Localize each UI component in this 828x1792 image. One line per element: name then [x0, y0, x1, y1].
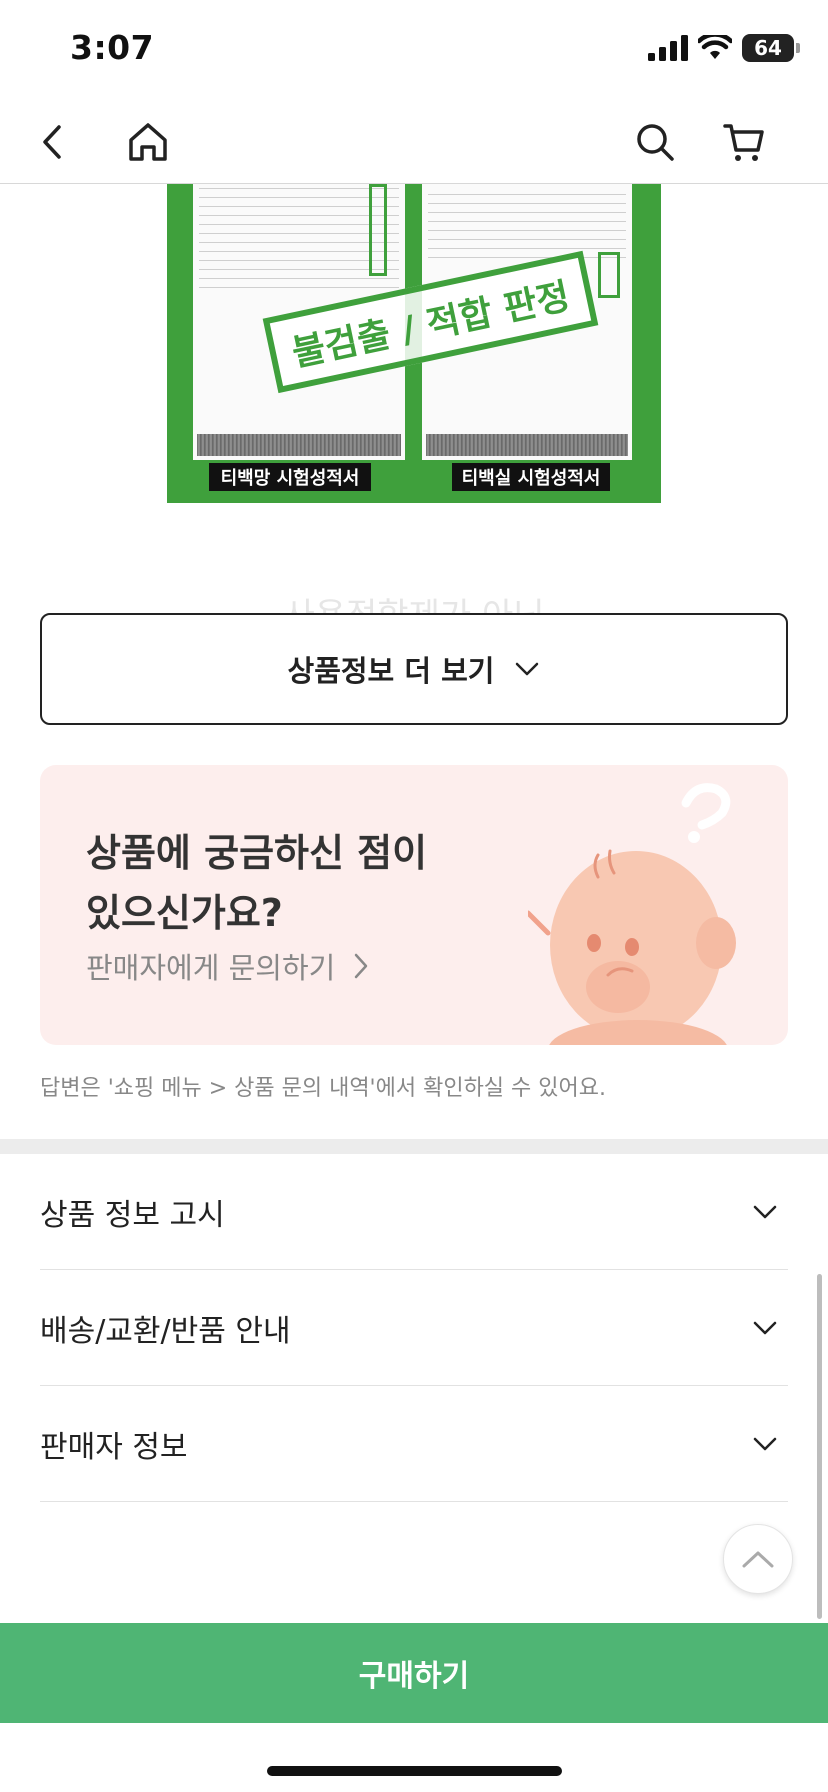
- chevron-down-icon: [753, 1321, 777, 1334]
- scrollbar[interactable]: [817, 1274, 822, 1619]
- signal-icon: [648, 35, 688, 61]
- chevron-right-icon: [355, 953, 368, 979]
- answer-location-note: 답변은 '쇼핑 메뉴 > 상품 문의 내역'에서 확인하실 수 있어요.: [40, 1076, 606, 1101]
- chevron-down-icon: [516, 662, 539, 676]
- accordion-seller-info[interactable]: 판매자 정보: [40, 1386, 788, 1502]
- certificate-label-left: 티백망 시험성적서: [209, 463, 371, 491]
- buy-button-label: 구매하기: [358, 1659, 470, 1694]
- certificate-label-right: 티백실 시험성적서: [452, 463, 610, 491]
- accordion-product-notice[interactable]: 상품 정보 고시: [40, 1154, 788, 1270]
- inquiry-title-line2: 있으신가요?: [86, 891, 283, 935]
- chevron-down-icon: [753, 1205, 777, 1218]
- home-icon: [129, 123, 167, 161]
- more-product-info-button[interactable]: 상품정보 더 보기: [40, 613, 788, 725]
- status-bar: 3:07 64: [0, 0, 828, 100]
- inquiry-title: 상품에 궁금하신 점이 있으신가요?: [86, 823, 427, 943]
- seller-inquiry-card[interactable]: 상품에 궁금하신 점이 있으신가요? 판매자에게 문의하기: [40, 765, 788, 1045]
- home-button[interactable]: [120, 114, 176, 170]
- back-icon: [43, 125, 61, 159]
- accordion-shipping-return[interactable]: 배송/교환/반품 안내: [40, 1270, 788, 1386]
- chevron-down-icon: [753, 1437, 777, 1450]
- cart-icon: [723, 124, 764, 161]
- nav-bar: [0, 100, 828, 184]
- wifi-icon: [698, 35, 732, 59]
- cart-button[interactable]: [716, 114, 772, 170]
- contact-seller-link[interactable]: 판매자에게 문의하기: [86, 945, 369, 987]
- accordion-label: 배송/교환/반품 안내: [40, 1313, 291, 1349]
- test-certificate-image: 불검출 / 적합 판정 티백망 시험성적서 티백실 시험성적서: [167, 184, 661, 503]
- status-time: 3:07: [70, 28, 155, 67]
- battery-icon: 64: [742, 34, 800, 62]
- accordion-label: 판매자 정보: [40, 1429, 188, 1465]
- scroll-to-top-button[interactable]: [723, 1524, 793, 1594]
- more-product-info-label: 상품정보 더 보기: [287, 654, 495, 688]
- buy-button[interactable]: 구매하기: [0, 1623, 828, 1723]
- accordion-label: 상품 정보 고시: [40, 1197, 225, 1233]
- search-button[interactable]: [627, 114, 683, 170]
- back-button[interactable]: [24, 114, 80, 170]
- curious-baby-illustration: [528, 783, 736, 1045]
- chevron-up-icon: [742, 1551, 774, 1568]
- inquiry-title-line1: 상품에 궁금하신 점이: [86, 831, 428, 875]
- status-icons: 64: [648, 34, 800, 62]
- home-indicator: [267, 1766, 562, 1776]
- faded-text-peek: 사용적합제가 아닌: [283, 596, 545, 616]
- contact-seller-label: 판매자에게 문의하기: [86, 951, 336, 985]
- section-divider: [0, 1139, 828, 1154]
- search-icon: [637, 124, 674, 161]
